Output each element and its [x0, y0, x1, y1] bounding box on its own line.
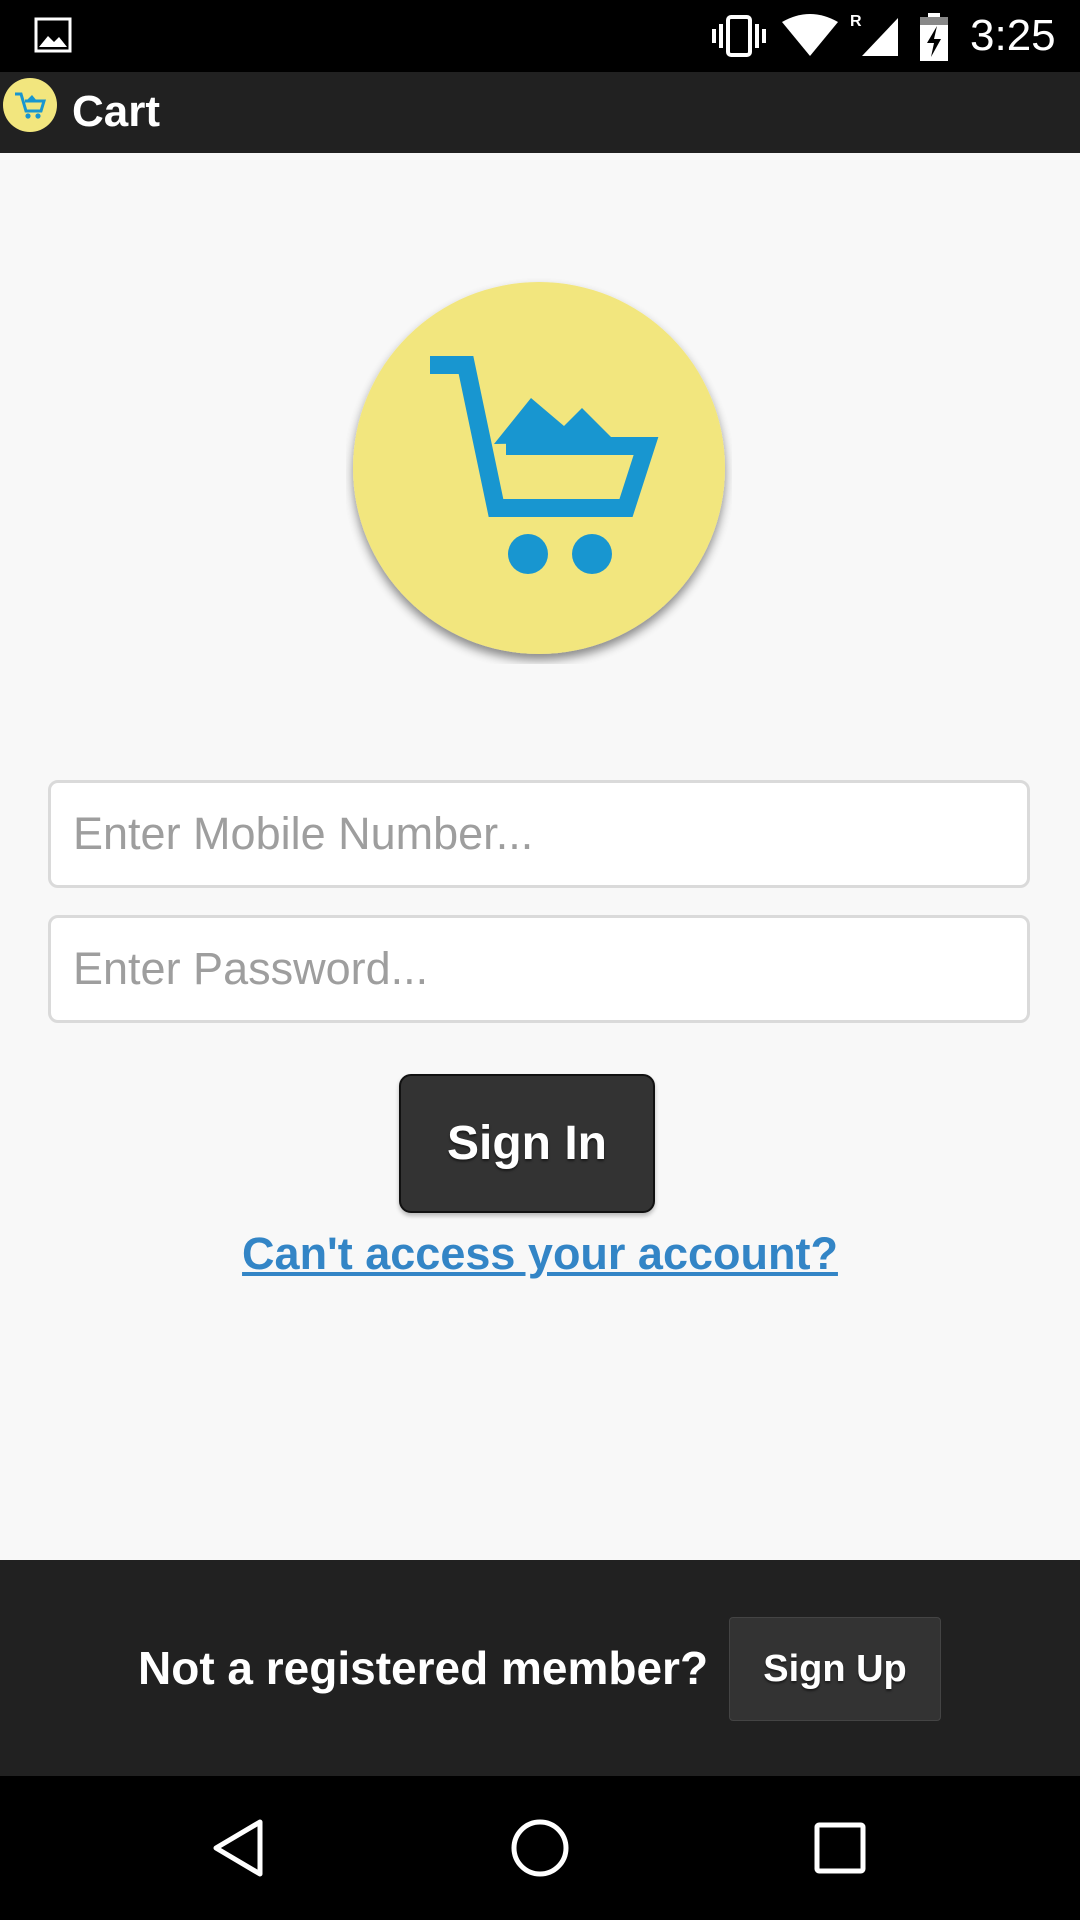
back-icon[interactable]: [208, 1816, 272, 1880]
sign-up-button[interactable]: Sign Up: [729, 1617, 941, 1721]
recents-icon[interactable]: [808, 1816, 872, 1880]
cart-icon: [3, 78, 57, 132]
logo-cart-icon: [353, 282, 725, 654]
home-icon[interactable]: [508, 1816, 572, 1880]
mobile-number-input[interactable]: [48, 780, 1030, 888]
navigation-bar: [0, 1776, 1080, 1920]
signal-icon: R: [850, 13, 898, 56]
gallery-icon: [34, 17, 72, 53]
status-bar: R 3:25: [0, 0, 1080, 72]
app-title: Cart: [72, 87, 161, 136]
roaming-indicator: R: [850, 13, 862, 30]
screen: R 3:25 Cart Enter Mobile Number... Sign …: [0, 0, 1080, 1920]
cant-access-account-link[interactable]: Can't access your account?: [0, 1228, 1080, 1280]
sign-in-button[interactable]: Sign In: [399, 1074, 655, 1213]
battery-charging-icon: [920, 13, 948, 61]
signup-footer: Not a registered member? Sign Up: [0, 1560, 1080, 1776]
password-input[interactable]: [48, 915, 1030, 1023]
not-registered-prompt: Not a registered member?: [138, 1642, 709, 1694]
vibrate-icon: [712, 15, 766, 57]
app-bar: Cart: [0, 72, 1080, 153]
status-time: 3:25: [970, 11, 1056, 60]
wifi-icon: [782, 14, 838, 56]
